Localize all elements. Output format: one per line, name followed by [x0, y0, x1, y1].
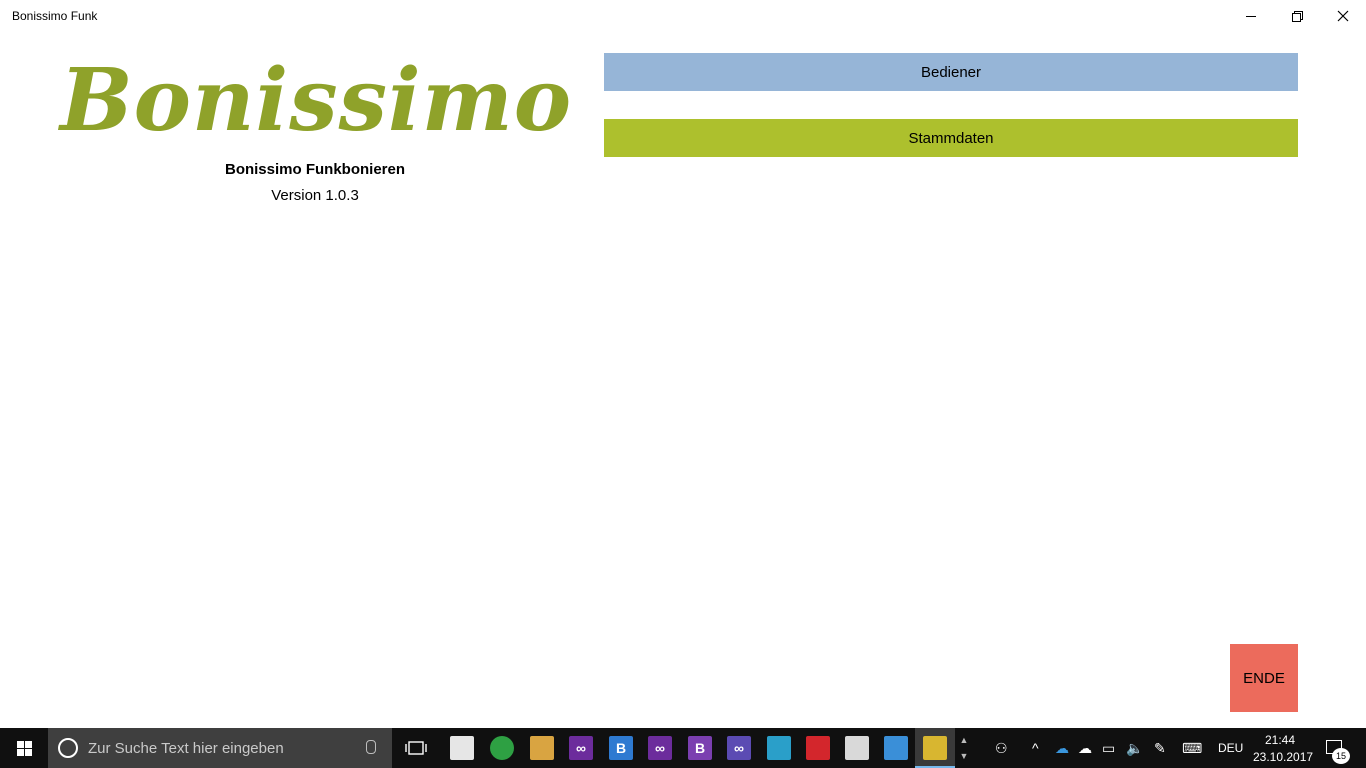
bediener-button[interactable]: Bediener: [604, 53, 1298, 91]
bonissimo-app-icon: [923, 736, 947, 760]
taskbar: Zur Suche Text hier eingeben ∞ B ∞ B ∞ ▲…: [0, 728, 1366, 768]
cloud-icon[interactable]: ☁: [1078, 740, 1092, 757]
calculator-icon[interactable]: [845, 736, 869, 760]
app-name: Bonissimo Funkbonieren: [224, 161, 405, 178]
blend-icon[interactable]: B: [609, 736, 633, 760]
close-icon: [1337, 10, 1349, 22]
language-indicator[interactable]: DEU: [1218, 741, 1243, 755]
restore-button[interactable]: [1274, 0, 1320, 32]
task-view-icon[interactable]: [404, 736, 428, 760]
microphone-icon[interactable]: [366, 740, 376, 754]
app-window: Bonissimo Funk Bonissimo Bonissimo Funkb…: [0, 0, 1366, 728]
clock-time[interactable]: 21:44: [1265, 733, 1295, 747]
notification-badge: 15: [1332, 748, 1350, 764]
people-icon[interactable]: ⚇: [995, 740, 1008, 757]
game-controller-icon[interactable]: [530, 736, 554, 760]
taskbar-scroll[interactable]: ▲ ▼: [958, 732, 970, 764]
title-bar: Bonissimo Funk: [0, 0, 1366, 32]
bonissimo-logo: Bonissimo: [59, 49, 573, 151]
minimize-button[interactable]: [1228, 0, 1274, 32]
close-button[interactable]: [1320, 0, 1366, 32]
green-app-icon[interactable]: [490, 736, 514, 760]
search-box[interactable]: Zur Suche Text hier eingeben: [48, 728, 392, 768]
pen-icon[interactable]: ✎: [1154, 740, 1166, 757]
stammdaten-button[interactable]: Stammdaten: [604, 119, 1298, 157]
keyboard-icon[interactable]: ⌨: [1182, 740, 1202, 757]
restore-icon: [1292, 11, 1303, 22]
version-label: Version 1.0.3: [271, 187, 359, 204]
onedrive-icon[interactable]: ☁: [1055, 740, 1069, 757]
minimize-icon: [1246, 15, 1256, 17]
cortana-icon: [58, 738, 78, 758]
blend-vs-icon[interactable]: B: [688, 736, 712, 760]
visual-studio-code-icon[interactable]: ∞: [727, 736, 751, 760]
clock-date[interactable]: 23.10.2017: [1253, 750, 1313, 764]
contacts-app-icon[interactable]: [884, 736, 908, 760]
visual-studio-icon[interactable]: ∞: [569, 736, 593, 760]
network-icon[interactable]: ▭: [1102, 740, 1115, 757]
windows-icon: [16, 740, 32, 756]
volume-icon[interactable]: 🔈: [1126, 740, 1143, 757]
chevron-up-icon[interactable]: ^: [1032, 740, 1039, 756]
active-app-slot[interactable]: [915, 728, 955, 768]
creative-cloud-icon[interactable]: [806, 736, 830, 760]
start-button[interactable]: [0, 728, 48, 768]
ende-button[interactable]: ENDE: [1230, 644, 1298, 712]
visual-studio-2-icon[interactable]: ∞: [648, 736, 672, 760]
network-app-icon[interactable]: [450, 736, 474, 760]
search-placeholder: Zur Suche Text hier eingeben: [88, 740, 284, 757]
dotpeek-icon[interactable]: [767, 736, 791, 760]
window-title: Bonissimo Funk: [12, 9, 98, 23]
